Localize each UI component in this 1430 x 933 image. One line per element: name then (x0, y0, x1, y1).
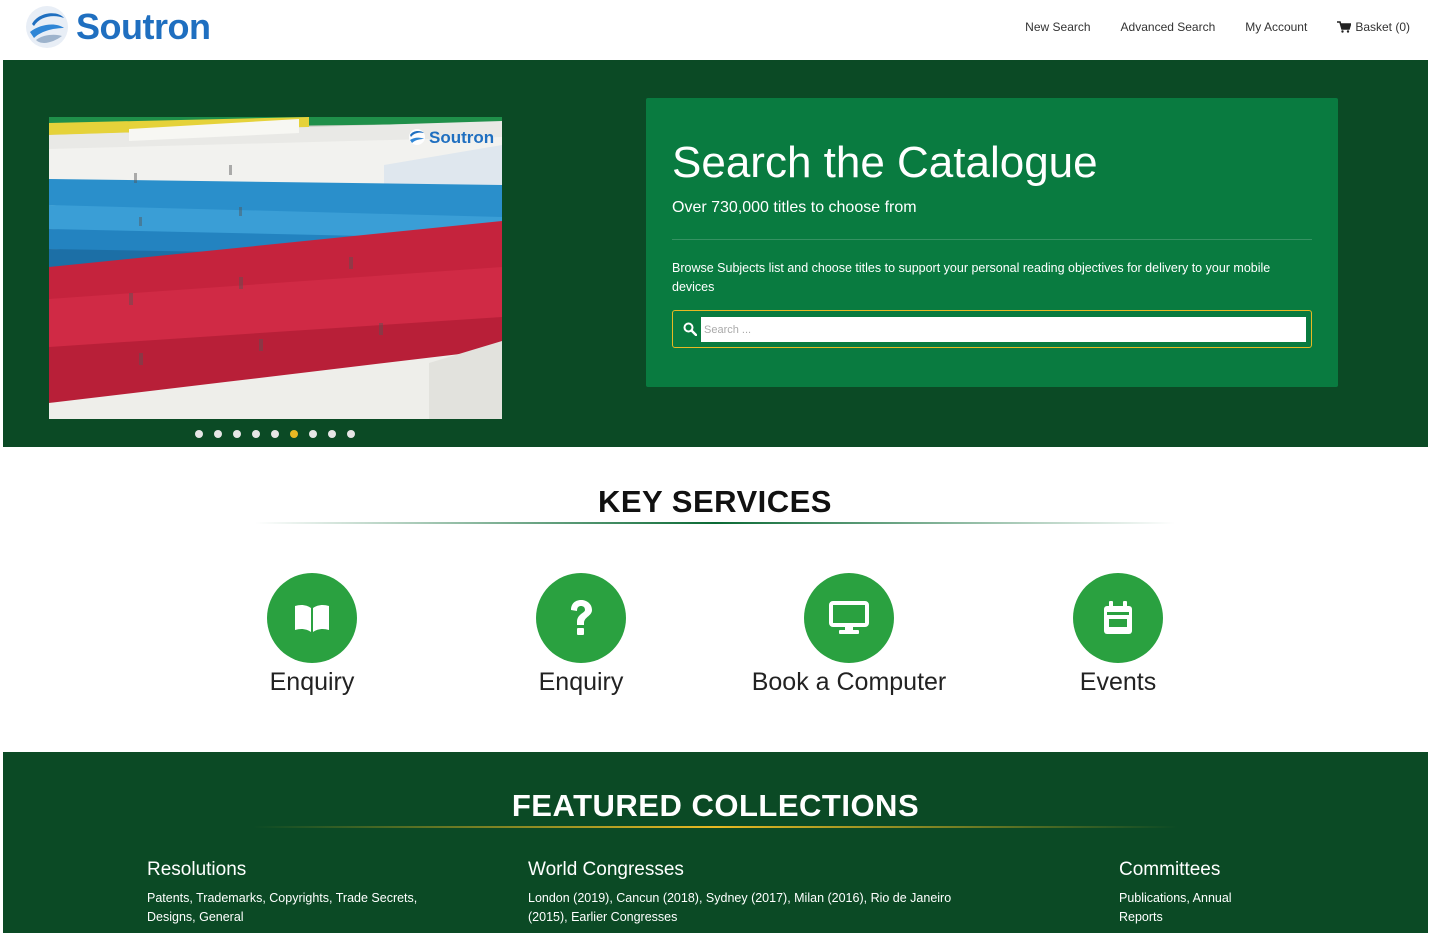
carousel-dot[interactable] (271, 430, 279, 438)
search-description: Browse Subjects list and choose titles t… (672, 261, 1271, 294)
carousel-dot[interactable] (214, 430, 222, 438)
image-watermark-text: Soutron (429, 128, 494, 147)
service-enquiry-help[interactable]: Enquiry (466, 573, 696, 697)
my-account-link[interactable]: My Account (1245, 20, 1307, 34)
book-open-icon (295, 604, 329, 632)
key-services-heading: KEY SERVICES (597, 484, 832, 519)
search-title: Search the Catalogue (672, 138, 1098, 187)
file-folders-picture: Soutron (49, 117, 502, 419)
hero-image-file-folders: Soutron (49, 117, 502, 419)
cart-icon (1337, 21, 1352, 33)
carousel-dot[interactable] (195, 430, 203, 438)
basket-link[interactable]: Basket (0) (1337, 20, 1410, 34)
service-icon-circle (536, 573, 626, 663)
collection-committees: Committees Publications, Annual Reports (1119, 859, 1249, 927)
soutron-logo-icon (26, 6, 68, 48)
collection-items: London (2019), Cancun (2018), Sydney (20… (528, 891, 952, 924)
soutron-logo[interactable]: Soutron (24, 4, 211, 50)
collection-title[interactable]: Resolutions (147, 859, 437, 881)
collection-title[interactable]: World Congresses (528, 859, 968, 881)
hero-section: Soutron Search the Catalogue Over 730,00… (3, 60, 1428, 447)
collection-title[interactable]: Committees (1119, 859, 1249, 881)
top-bar: Soutron New Search Advanced Search My Ac… (0, 0, 1430, 60)
service-label: Enquiry (269, 668, 355, 696)
carousel-dots (195, 430, 366, 438)
main-nav: New Search Advanced Search My Account Ba… (995, 20, 1410, 34)
key-services-divider (255, 522, 1175, 524)
service-label: Events (1079, 668, 1157, 696)
search-icon (683, 322, 697, 336)
carousel-dot[interactable] (309, 430, 317, 438)
service-events[interactable]: Events (1003, 573, 1233, 697)
search-panel: Search the Catalogue Over 730,000 titles… (646, 98, 1338, 387)
carousel-dot[interactable] (252, 430, 260, 438)
question-mark-icon (571, 600, 592, 635)
service-enquiry[interactable]: Enquiry (197, 573, 427, 697)
advanced-search-link[interactable]: Advanced Search (1121, 20, 1216, 34)
brand-name: Soutron (76, 6, 211, 47)
service-icon-circle (267, 573, 357, 663)
carousel-dot[interactable] (328, 430, 336, 438)
watermark-logo-icon (409, 129, 425, 145)
carousel-dot[interactable] (290, 430, 298, 438)
service-label: Book a Computer (751, 668, 947, 696)
service-book-a-computer[interactable]: Book a Computer (734, 573, 964, 697)
featured-divider (253, 826, 1178, 828)
carousel-dot[interactable] (347, 430, 355, 438)
basket-label: Basket (0) (1355, 20, 1410, 34)
featured-collections-heading: FEATURED COLLECTIONS (511, 788, 920, 823)
service-label: Enquiry (538, 668, 624, 696)
collection-resolutions: Resolutions Patents, Trademarks, Copyrig… (147, 859, 437, 927)
calendar-icon (1104, 601, 1132, 634)
new-search-link[interactable]: New Search (1025, 20, 1090, 34)
divider (672, 239, 1312, 240)
collection-world-congresses: World Congresses London (2019), Cancun (… (528, 859, 968, 927)
search-subtitle: Over 730,000 titles to choose from (672, 199, 917, 216)
service-icon-circle (804, 573, 894, 663)
carousel-dot[interactable] (233, 430, 241, 438)
featured-collections-section: FEATURED COLLECTIONS Resolutions Patents… (3, 752, 1428, 933)
search-input[interactable] (701, 317, 1306, 342)
service-icon-circle (1073, 573, 1163, 663)
desktop-icon (829, 601, 869, 634)
collection-items: Patents, Trademarks, Copyrights, Trade S… (147, 891, 418, 924)
collection-items: Publications, Annual Reports (1119, 891, 1232, 924)
search-box[interactable] (672, 310, 1312, 348)
